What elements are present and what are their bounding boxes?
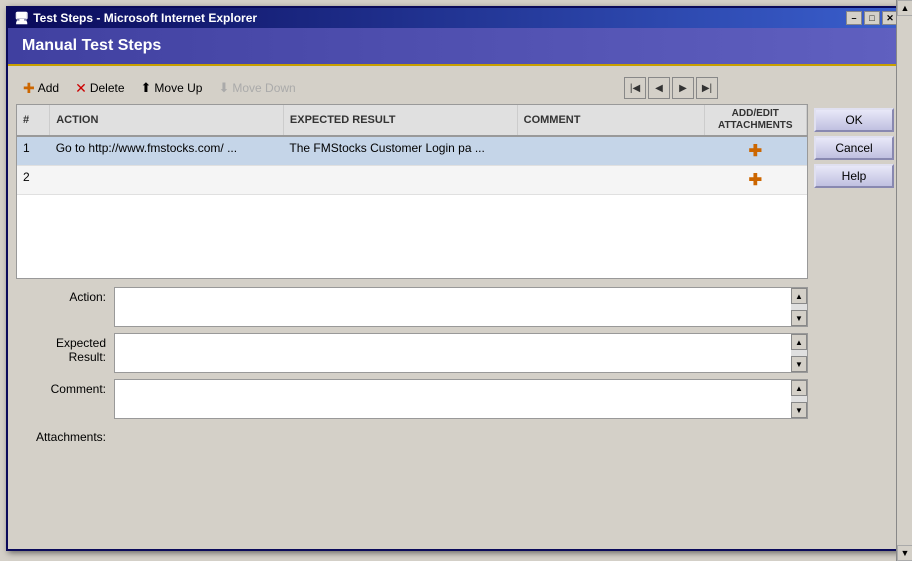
ok-button[interactable]: OK xyxy=(814,108,894,132)
move-up-icon: ⬆ xyxy=(141,80,152,96)
scroll-up-arrow[interactable]: ▲ xyxy=(791,380,807,396)
action-row: Action: ▲ ▼ xyxy=(16,287,808,327)
delete-button[interactable]: ✕ Delete xyxy=(68,76,131,100)
nav-prev-button[interactable]: ◀ xyxy=(648,77,670,99)
row-num: 1 xyxy=(17,136,50,166)
title-bar: 🖥 Test Steps - Microsoft Internet Explor… xyxy=(8,8,904,28)
toolbar: ✚ Add ✕ Delete ⬆ Move Up ⬇ xyxy=(16,72,808,104)
form-section: Action: ▲ ▼ Expected Result: xyxy=(16,287,808,445)
row-expected xyxy=(283,166,517,195)
col-action: ACTION xyxy=(50,105,284,136)
row-comment xyxy=(517,136,704,166)
action-scrollbar: ▲ ▼ xyxy=(791,288,807,326)
page-title: Manual Test Steps xyxy=(22,37,161,55)
cancel-button[interactable]: Cancel xyxy=(814,136,894,160)
attachments-row: Attachments: xyxy=(16,425,808,445)
attachments-area xyxy=(114,425,808,445)
expected-row: Expected Result: ▲ ▼ xyxy=(16,333,808,373)
row-attachment[interactable]: ✚ xyxy=(704,136,806,166)
comment-label: Comment: xyxy=(16,379,106,396)
move-down-icon: ⬇ xyxy=(218,80,229,96)
col-attachments: ADD/EDITATTACHMENTS xyxy=(704,105,806,136)
action-label: Action: xyxy=(16,287,106,304)
expected-field-wrapper: ▲ ▼ xyxy=(114,333,808,373)
nav-last-button[interactable]: ▶| xyxy=(696,77,718,99)
outer-scrollbar: ▲ ▼ xyxy=(896,0,912,561)
add-icon: ✚ xyxy=(23,80,35,97)
outer-scroll-up[interactable]: ▲ xyxy=(897,0,912,16)
row-action xyxy=(50,166,284,195)
row-comment xyxy=(517,166,704,195)
row-expected: The FMStocks Customer Login pa ... xyxy=(283,136,517,166)
window-icon: 🖥 xyxy=(14,11,29,25)
attachments-label: Attachments: xyxy=(16,427,106,444)
expected-label: Expected Result: xyxy=(16,333,106,364)
col-expected: EXPECTED RESULT xyxy=(283,105,517,136)
action-field-wrapper: ▲ ▼ xyxy=(114,287,808,327)
window-title: Test Steps - Microsoft Internet Explorer xyxy=(33,11,257,25)
scroll-up-arrow[interactable]: ▲ xyxy=(791,288,807,304)
delete-icon: ✕ xyxy=(75,80,87,97)
nav-next-button[interactable]: ▶ xyxy=(672,77,694,99)
row-action: Go to http://www.fmstocks.com/ ... xyxy=(50,136,284,166)
expected-input[interactable] xyxy=(115,334,791,372)
side-buttons: OK Cancel Help xyxy=(814,72,896,445)
row-num: 2 xyxy=(17,166,50,195)
col-comment: COMMENT xyxy=(517,105,704,136)
scroll-down-arrow[interactable]: ▼ xyxy=(791,356,807,372)
expected-scrollbar: ▲ ▼ xyxy=(791,334,807,372)
scroll-up-arrow[interactable]: ▲ xyxy=(791,334,807,350)
nav-controls: |◀ ◀ ▶ ▶| xyxy=(624,77,718,99)
comment-row: Comment: ▲ ▼ xyxy=(16,379,808,419)
window-header: Manual Test Steps xyxy=(8,28,904,66)
comment-scrollbar: ▲ ▼ xyxy=(791,380,807,418)
nav-first-button[interactable]: |◀ xyxy=(624,77,646,99)
move-down-button[interactable]: ⬇ Move Down xyxy=(211,76,302,100)
maximize-button[interactable]: □ xyxy=(864,11,880,25)
action-input[interactable] xyxy=(115,288,791,326)
table-row[interactable]: 1 Go to http://www.fmstocks.com/ ... The… xyxy=(17,136,807,166)
help-button[interactable]: Help xyxy=(814,164,894,188)
comment-input[interactable] xyxy=(115,380,791,418)
minimize-button[interactable]: – xyxy=(846,11,862,25)
move-up-button[interactable]: ⬆ Move Up xyxy=(134,76,210,100)
steps-table-container: # ACTION EXPECTED RESULT COMMENT ADD/EDI… xyxy=(16,104,808,279)
outer-scroll-down[interactable]: ▼ xyxy=(897,545,912,561)
scroll-down-arrow[interactable]: ▼ xyxy=(791,402,807,418)
comment-field-wrapper: ▲ ▼ xyxy=(114,379,808,419)
scroll-down-arrow[interactable]: ▼ xyxy=(791,310,807,326)
row-attachment[interactable]: ✚ xyxy=(704,166,806,195)
add-attachment-icon[interactable]: ✚ xyxy=(749,172,762,189)
add-attachment-icon[interactable]: ✚ xyxy=(749,143,762,160)
steps-table: # ACTION EXPECTED RESULT COMMENT ADD/EDI… xyxy=(17,105,807,195)
col-num: # xyxy=(17,105,50,136)
table-row[interactable]: 2 ✚ xyxy=(17,166,807,195)
add-button[interactable]: ✚ Add xyxy=(16,76,66,100)
